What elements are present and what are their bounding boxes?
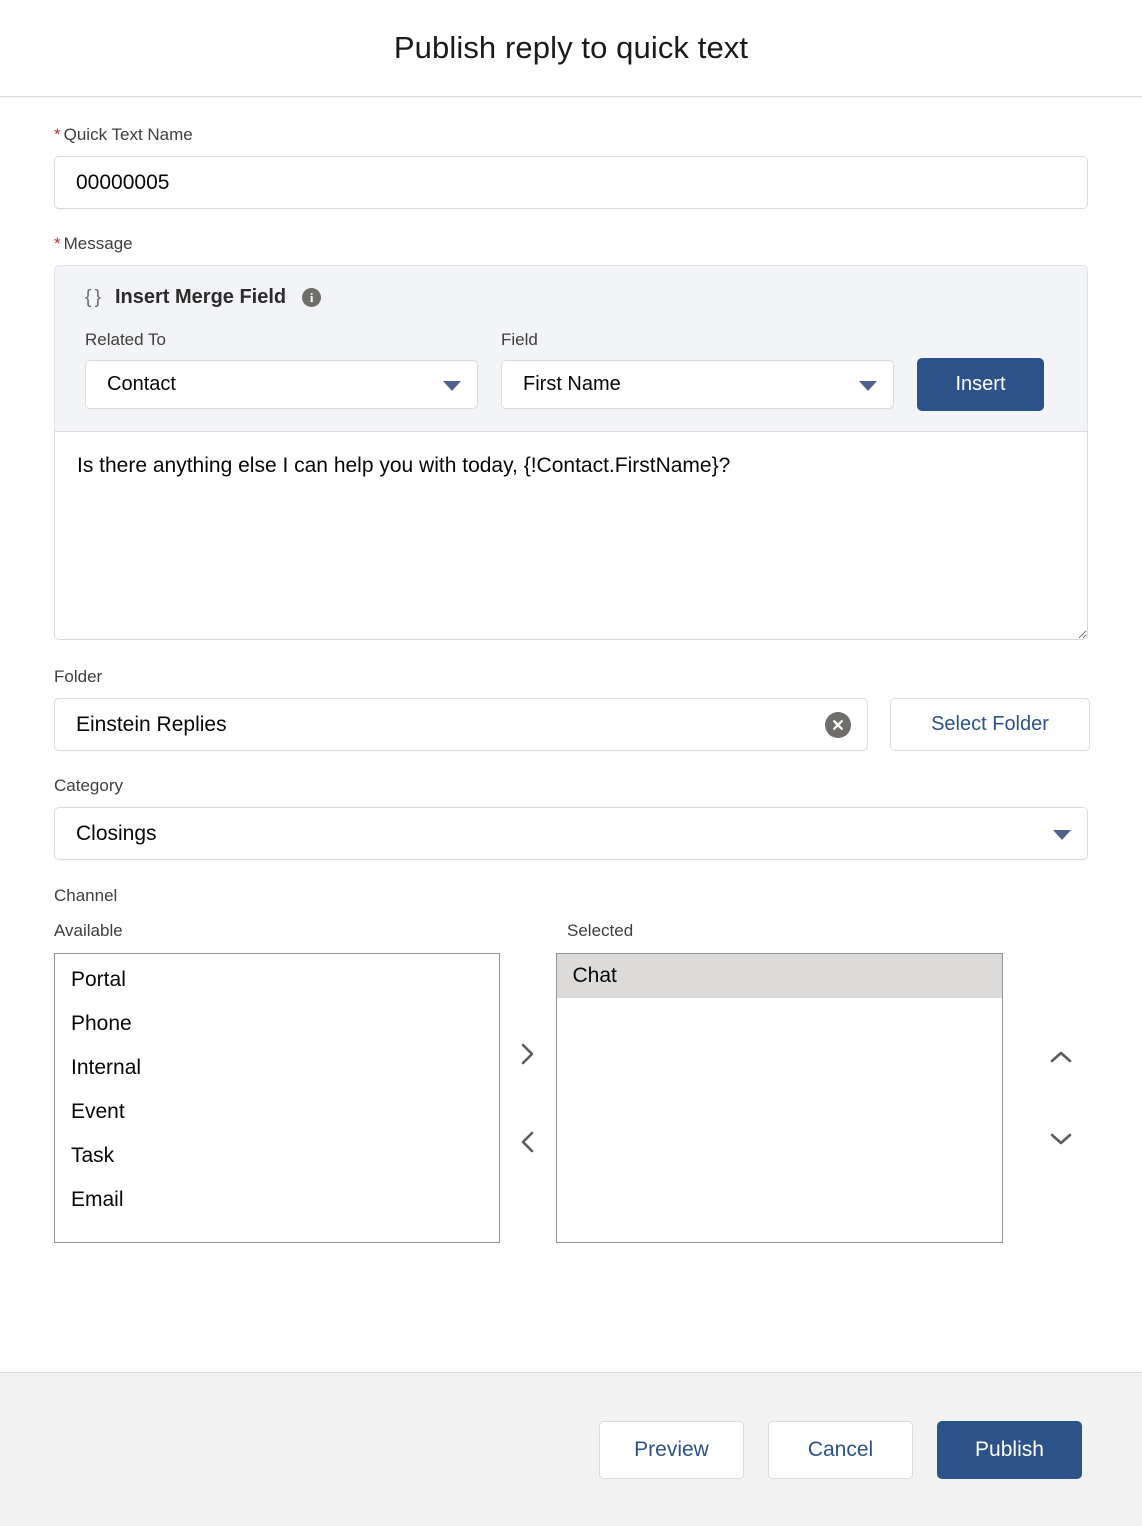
folder-row: Select Folder [54, 698, 1088, 751]
select-folder-button[interactable]: Select Folder [890, 698, 1090, 751]
available-listbox[interactable]: Portal Phone Internal Event Task Email [54, 953, 500, 1243]
braces-icon: { } [85, 287, 100, 309]
cancel-button[interactable]: Cancel [768, 1421, 913, 1479]
quick-text-name-input[interactable] [54, 156, 1088, 209]
list-item[interactable]: Internal [55, 1046, 499, 1090]
folder-input-wrapper [54, 698, 868, 751]
channel-block: Channel Available Selected Portal Phone … [54, 886, 1088, 1243]
selected-label: Selected [567, 921, 627, 941]
merge-field-controls: Related To Contact Field First Name Inse… [85, 330, 1057, 409]
insert-merge-field-panel: { } Insert Merge Field i Related To Cont… [54, 265, 1088, 431]
message-textarea[interactable] [54, 431, 1088, 640]
field-select[interactable]: First Name [501, 360, 894, 409]
field-value[interactable]: First Name [501, 360, 894, 409]
related-to-select[interactable]: Contact [85, 360, 478, 409]
field-label: Field [501, 330, 894, 350]
dual-listbox-labels: Available Selected [54, 921, 1088, 941]
message-label: *Message [54, 234, 1088, 254]
close-circle-icon[interactable] [825, 712, 851, 738]
channel-label: Channel [54, 886, 1088, 906]
merge-field-header: { } Insert Merge Field i [85, 286, 1057, 309]
field-group: Field First Name [501, 330, 894, 409]
message-label-text: Message [64, 234, 133, 253]
required-asterisk: * [54, 125, 61, 144]
chevron-down-icon [1053, 830, 1071, 840]
reorder-buttons [1033, 953, 1088, 1243]
category-block: Category Closings [54, 776, 1088, 860]
transfer-buttons [500, 953, 556, 1243]
info-icon[interactable]: i [302, 288, 321, 307]
folder-label: Folder [54, 667, 1088, 687]
list-item[interactable]: Email [55, 1178, 499, 1222]
modal-body: *Quick Text Name *Message { } Insert Mer… [0, 98, 1142, 1372]
modal-footer: Preview Cancel Publish [0, 1372, 1142, 1526]
chevron-down-icon[interactable] [1042, 1124, 1080, 1152]
related-to-group: Related To Contact [85, 330, 478, 409]
category-label: Category [54, 776, 1088, 796]
list-item[interactable]: Event [55, 1090, 499, 1134]
related-to-value[interactable]: Contact [85, 360, 478, 409]
modal-header: Publish reply to quick text [0, 0, 1142, 97]
folder-input[interactable] [54, 698, 868, 751]
list-item[interactable]: Portal [55, 958, 499, 1002]
chevron-left-icon[interactable] [514, 1124, 542, 1160]
chevron-down-icon [859, 381, 877, 391]
chevron-right-icon[interactable] [514, 1036, 542, 1072]
dual-listbox: Portal Phone Internal Event Task Email [54, 953, 1088, 1243]
required-asterisk: * [54, 234, 61, 253]
available-label: Available [54, 921, 567, 941]
quick-text-name-block: *Quick Text Name [54, 98, 1088, 209]
preview-button[interactable]: Preview [599, 1421, 744, 1479]
list-item[interactable]: Task [55, 1134, 499, 1178]
category-select[interactable]: Closings [54, 807, 1088, 860]
page-title: Publish reply to quick text [394, 30, 748, 66]
chevron-down-icon [443, 381, 461, 391]
list-item[interactable]: Phone [55, 1002, 499, 1046]
publish-button[interactable]: Publish [937, 1421, 1082, 1479]
selected-listbox[interactable]: Chat [556, 953, 1004, 1243]
merge-field-title: Insert Merge Field [115, 286, 286, 309]
insert-button[interactable]: Insert [917, 358, 1044, 411]
category-value[interactable]: Closings [54, 807, 1088, 860]
quick-text-name-label-text: Quick Text Name [64, 125, 193, 144]
list-item[interactable]: Chat [557, 954, 1003, 998]
quick-text-name-label: *Quick Text Name [54, 125, 1088, 145]
chevron-up-icon[interactable] [1042, 1044, 1080, 1072]
folder-block: Folder Select Folder [54, 667, 1088, 751]
related-to-label: Related To [85, 330, 478, 350]
message-block: *Message { } Insert Merge Field i Relate… [54, 234, 1088, 640]
